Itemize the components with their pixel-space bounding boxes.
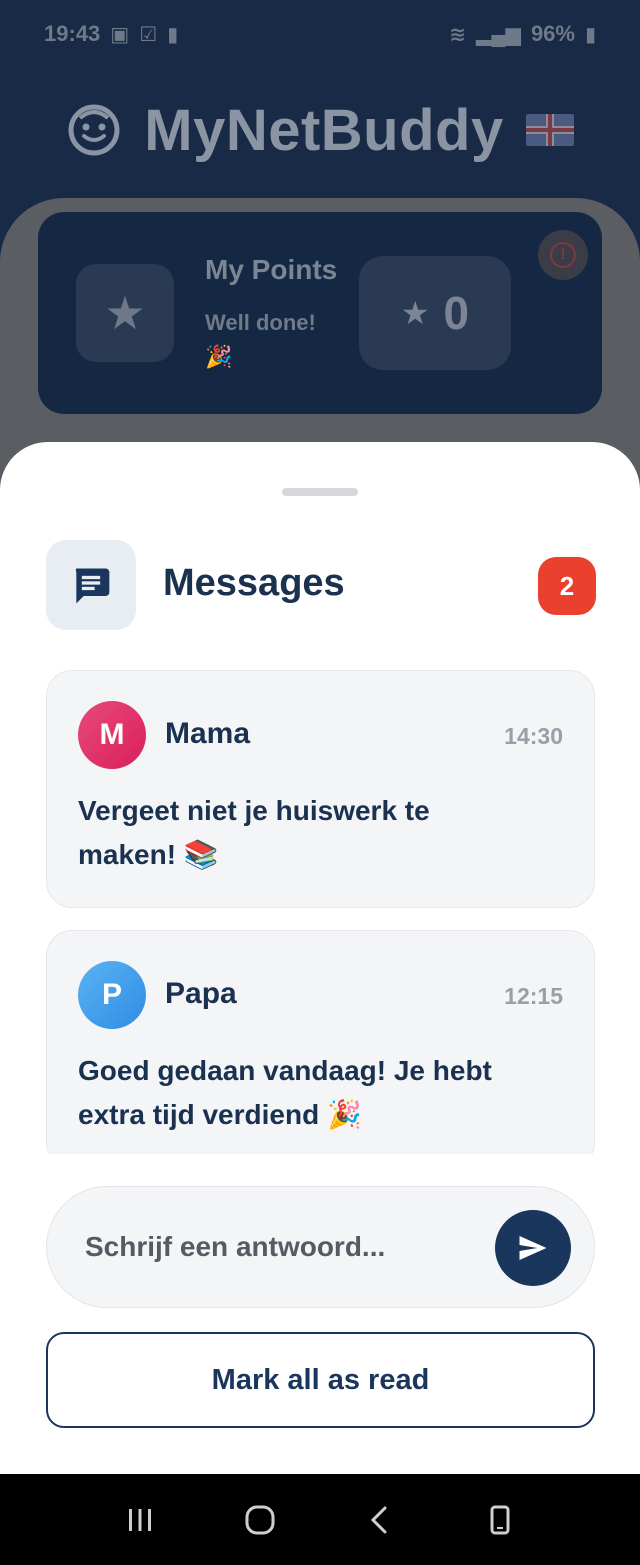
battery-level: 96%: [530, 21, 575, 46]
smiley-icon: [68, 104, 120, 156]
message-time: 14:30: [504, 723, 563, 749]
reply-box: [46, 1186, 595, 1308]
back-button[interactable]: [350, 1490, 410, 1550]
info-button[interactable]: !: [538, 230, 588, 280]
sheet-header: Messages 2: [46, 540, 596, 632]
info-icon: !: [550, 242, 576, 268]
points-title: My Points: [205, 254, 338, 285]
points-score: ★ 0: [359, 256, 511, 370]
recent-apps-icon: [129, 1508, 151, 1531]
message-list[interactable]: M Mama 14:30 Vergeet niet je huiswerk te…: [46, 670, 595, 1154]
screen: 19:43 ▣ ☑ ▮ ≋ ▂▄▆ 96% ▮ MyNetBuddy ★ My …: [0, 0, 640, 1565]
rotate-button[interactable]: [470, 1490, 530, 1550]
back-icon: [370, 1506, 387, 1533]
battery-icon: ▮: [584, 23, 596, 46]
message-text: Vergeet niet je huiswerk te maken! 📚: [78, 795, 430, 870]
sheet-title: Messages: [163, 562, 345, 604]
message-card[interactable]: P Papa 12:15 Goed gedaan vandaag! Je heb…: [46, 930, 595, 1154]
home-button[interactable]: [230, 1490, 290, 1550]
star-icon: ★: [76, 264, 174, 362]
send-icon: [519, 1236, 547, 1260]
signal-icon: ▂▄▆: [476, 23, 521, 46]
points-card: ★ My Points Well done! 🎉 ★ 0 !: [38, 212, 602, 414]
unread-badge: 2: [538, 557, 596, 615]
avatar: P: [78, 961, 146, 1029]
status-bar: 19:43 ▣ ☑ ▮ ≋ ▂▄▆ 96% ▮: [0, 0, 640, 68]
wifi-icon: ≋: [449, 23, 466, 46]
recent-apps-button[interactable]: [110, 1490, 170, 1550]
drag-handle[interactable]: [282, 488, 358, 496]
avatar: M: [78, 701, 146, 769]
send-button[interactable]: [495, 1210, 571, 1286]
reply-input[interactable]: [85, 1187, 465, 1307]
message-card[interactable]: M Mama 14:30 Vergeet niet je huiswerk te…: [46, 670, 595, 908]
app-title: MyNetBuddy: [144, 97, 504, 163]
mark-all-read-button[interactable]: Mark all as read: [46, 1332, 595, 1428]
sender-name: Papa: [165, 977, 237, 1010]
app-header: MyNetBuddy: [0, 90, 640, 170]
lock-icon: ▮: [167, 23, 179, 46]
messages-sheet: Messages 2 M Mama 14:30 Vergeet niet je …: [0, 442, 640, 1474]
score-value: 0: [443, 287, 470, 339]
home-icon: [245, 1505, 275, 1534]
check-icon: ☑: [139, 23, 158, 46]
sender-name: Mama: [165, 717, 251, 750]
message-time: 12:15: [504, 983, 563, 1009]
chat-icon: [46, 540, 136, 630]
points-subtitle: Well done! 🎉: [205, 310, 316, 369]
status-time: 19:43: [44, 21, 101, 46]
image-icon: ▣: [110, 23, 130, 46]
navigation-bar: [0, 1474, 640, 1565]
score-star-icon: ★: [400, 295, 430, 331]
uk-flag-icon[interactable]: [525, 114, 574, 146]
message-text: Goed gedaan vandaag! Je hebt extra tijd …: [78, 1055, 492, 1130]
rotate-phone-icon: [490, 1505, 510, 1534]
